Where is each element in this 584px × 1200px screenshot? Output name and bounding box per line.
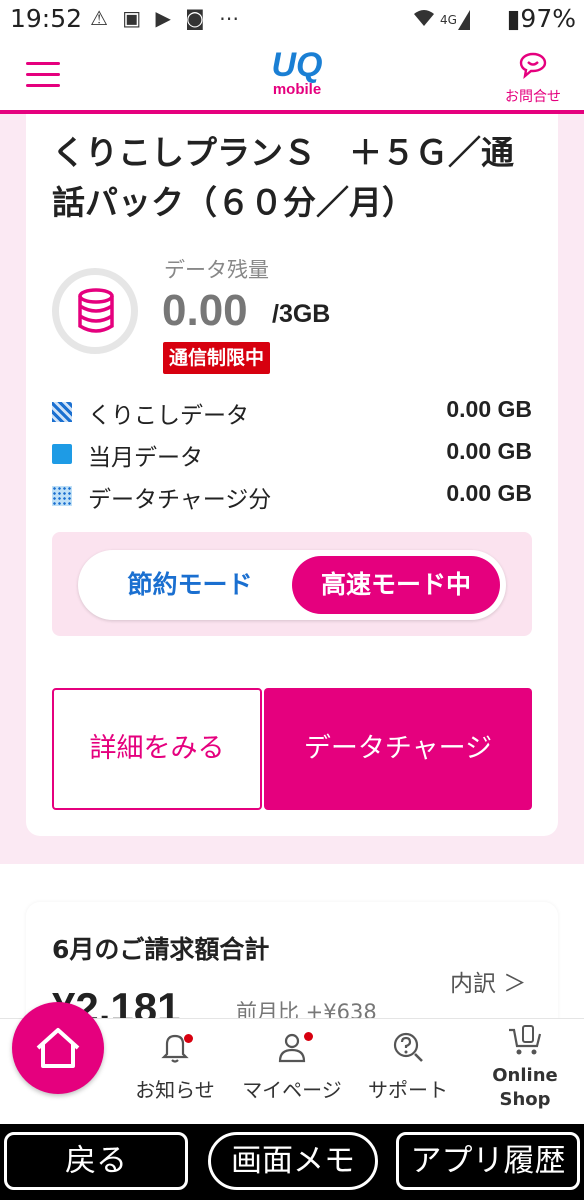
nav-notice[interactable]: お知らせ: [130, 1030, 220, 1103]
status-bar: 19:52 ⚠ ▣ ▶ ◙ ⋯ 4G ▮97%: [0, 0, 584, 42]
legend-name: 当月データ: [88, 445, 203, 471]
app-history-button[interactable]: アプリ履歴: [396, 1132, 580, 1190]
shopping-cart-icon: [509, 1025, 542, 1055]
contact-button[interactable]: お問合せ: [498, 50, 568, 106]
legend-value: 0.00 GB: [446, 480, 532, 506]
database-icon: [75, 288, 117, 338]
uq-mobile-logo[interactable]: UQ mobile: [262, 48, 332, 100]
legend-value: 0.00 GB: [446, 396, 532, 422]
current-month-swatch: [52, 444, 72, 464]
legend-kurikoshi: くりこしデータ 0.00 GB: [52, 394, 532, 429]
notification-icons: ⚠ ▣ ▶ ◙ ⋯: [90, 6, 244, 30]
data-remaining-label: データ残量: [164, 258, 269, 282]
battery-indicator: ▮97%: [507, 4, 576, 33]
signal-icon: 4G: [412, 8, 472, 37]
data-total: /3GB: [272, 300, 331, 328]
kurikoshi-swatch: [52, 402, 72, 422]
billing-breakdown-link[interactable]: 内訳 ＞: [450, 964, 526, 998]
battery-level: 97%: [520, 4, 576, 33]
fast-mode-button[interactable]: 高速モード中: [292, 556, 500, 614]
nav-support-label: サポート: [368, 1078, 448, 1102]
app-header: UQ mobile お問合せ: [0, 42, 584, 114]
back-button[interactable]: 戻る: [4, 1132, 188, 1190]
billing-title: 6月のご請求額合計: [52, 935, 270, 964]
home-icon: [36, 1028, 80, 1068]
legend-current-month: 当月データ 0.00 GB: [52, 436, 532, 471]
logo-uq-text: UQ: [271, 46, 323, 84]
chat-bubble-icon: [519, 52, 547, 79]
legend-name: データチャージ分: [88, 487, 272, 513]
logo-mobile-text: mobile: [272, 81, 322, 98]
status-time: 19:52: [10, 4, 83, 33]
data-charge-button[interactable]: データチャージ: [264, 688, 532, 810]
nav-mypage-label: マイページ: [242, 1078, 342, 1102]
nav-mypage[interactable]: マイページ: [236, 1030, 348, 1103]
nav-notice-label: お知らせ: [135, 1078, 215, 1102]
nav-online-shop[interactable]: Online Shop: [476, 1024, 574, 1112]
mypage-badge-dot: [304, 1032, 313, 1041]
contact-label: お問合せ: [505, 89, 561, 105]
nav-shop-label: Online Shop: [492, 1065, 558, 1110]
plan-title: くりこしプランＳ ＋５Ｇ／通話パック（６０分／月）: [52, 133, 514, 222]
legend-charge: データチャージ分 0.00 GB: [52, 478, 532, 513]
screen-memo-button[interactable]: 画面メモ: [208, 1132, 378, 1190]
legend-name: くりこしデータ: [88, 403, 249, 429]
svg-text:4G: 4G: [440, 13, 457, 27]
view-details-button[interactable]: 詳細をみる: [52, 688, 262, 810]
limit-status-badge: 通信制限中: [163, 342, 271, 374]
nav-support[interactable]: サポート: [362, 1030, 454, 1103]
charge-swatch: [52, 486, 72, 506]
notice-badge-dot: [184, 1034, 193, 1043]
home-button[interactable]: [12, 1002, 104, 1094]
legend-value: 0.00 GB: [446, 438, 532, 464]
menu-icon[interactable]: [26, 62, 60, 88]
data-remaining-value: 0.00: [162, 286, 248, 335]
support-icon: [393, 1032, 423, 1062]
save-mode-button[interactable]: 節約モード: [100, 560, 280, 610]
battery-icon: ▮: [506, 4, 521, 33]
